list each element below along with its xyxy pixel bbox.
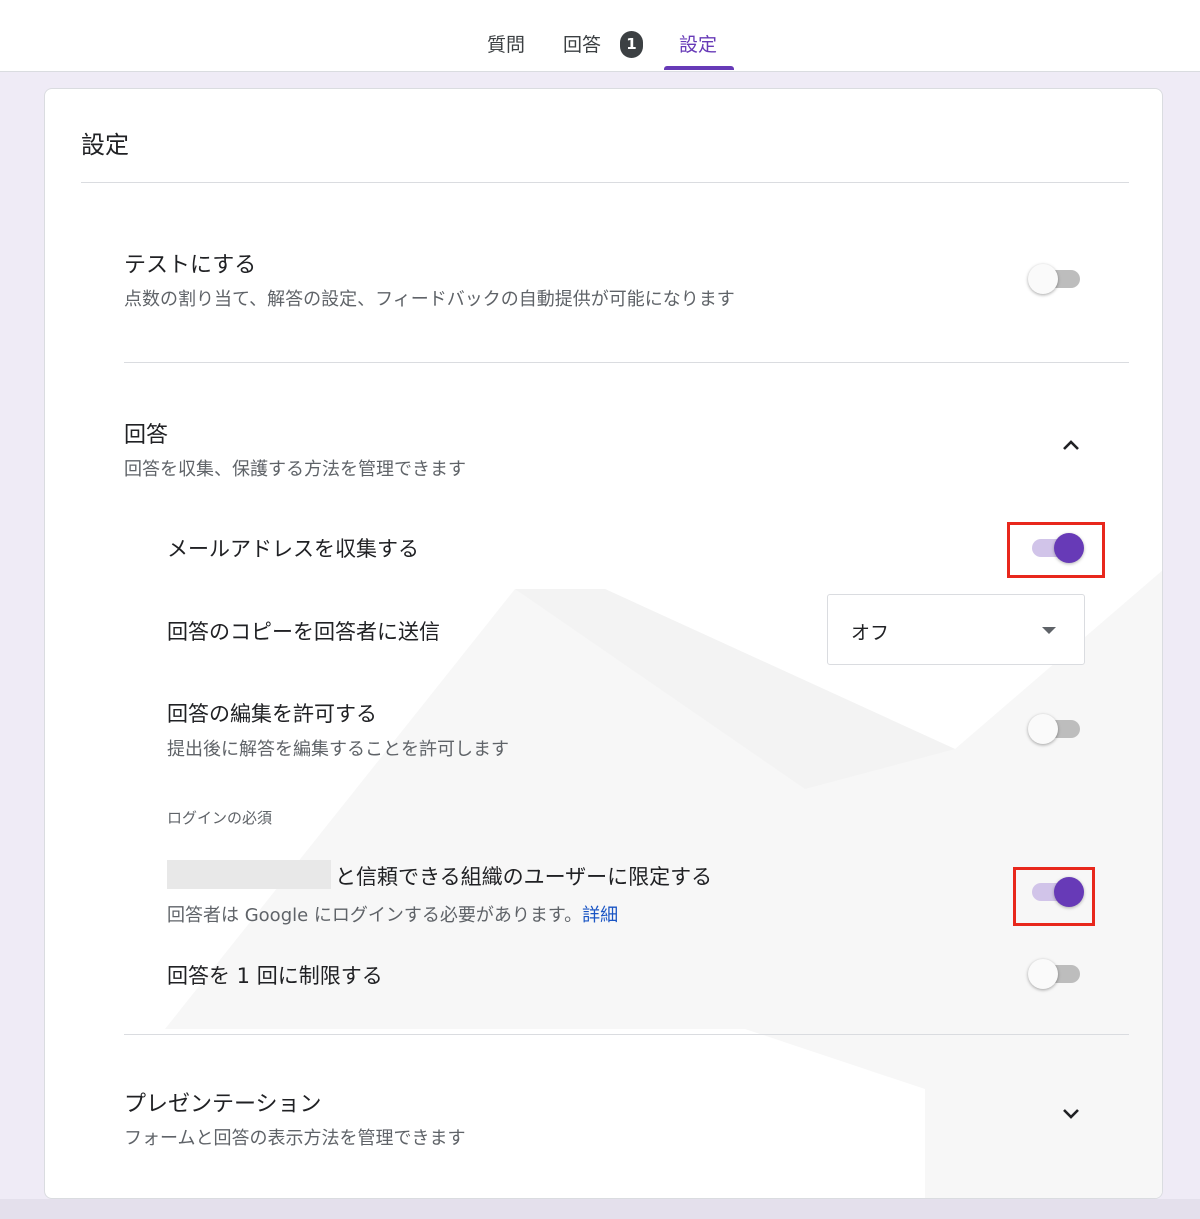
toggle-thumb [1028, 959, 1058, 989]
responses-divider [124, 1034, 1129, 1035]
restrict-org-description-text: 回答者は Google にログインする必要があります。 [167, 905, 583, 926]
quiz-title: テストにする [124, 253, 257, 278]
login-required-label: ログインの必須 [167, 809, 273, 827]
tab-responses[interactable]: 回答 [563, 30, 601, 72]
toggle-thumb [1054, 533, 1084, 563]
restrict-org-description: 回答者は Google にログインする必要があります。詳細 [167, 901, 618, 927]
title-divider [81, 182, 1129, 183]
limit-one-label: 回答を 1 回に制限する [167, 964, 383, 988]
quiz-divider [124, 362, 1129, 363]
toggle-thumb [1028, 714, 1058, 744]
active-tab-indicator [664, 66, 734, 70]
top-tab-bar: 質問 回答 1 設定 [0, 0, 1200, 72]
send-copy-dropdown[interactable]: オフ [827, 594, 1085, 665]
chevron-down-icon[interactable] [1059, 1102, 1083, 1126]
redacted-organization-name [167, 860, 331, 889]
details-link[interactable]: 詳細 [582, 905, 618, 926]
dropdown-arrow-icon [1042, 627, 1056, 634]
allow-edit-description: 提出後に解答を編集することを許可します [167, 739, 509, 760]
responses-section-title: 回答 [124, 423, 169, 448]
page-bottom-strip [0, 1199, 1200, 1219]
collect-email-toggle[interactable] [1028, 529, 1084, 565]
send-copy-selected-value: オフ [851, 622, 890, 644]
presentation-section-title: プレゼンテーション [124, 1092, 322, 1117]
settings-card: 設定 テストにする 点数の割り当て、解答の設定、フィードバックの自動提供が可能に… [44, 88, 1163, 1199]
quiz-toggle[interactable] [1028, 260, 1084, 296]
toggle-thumb [1054, 877, 1084, 907]
allow-edit-toggle[interactable] [1028, 710, 1084, 746]
presentation-section-description: フォームと回答の表示方法を管理できます [124, 1128, 466, 1149]
card-title: 設定 [81, 131, 129, 159]
limit-one-toggle[interactable] [1028, 955, 1084, 991]
chevron-up-icon[interactable] [1059, 433, 1083, 457]
quiz-description: 点数の割り当て、解答の設定、フィードバックの自動提供が可能になります [124, 289, 735, 310]
send-copy-label: 回答のコピーを回答者に送信 [167, 620, 440, 644]
tab-questions[interactable]: 質問 [487, 30, 525, 72]
allow-edit-label: 回答の編集を許可する [167, 702, 377, 726]
restrict-org-toggle[interactable] [1028, 873, 1084, 909]
responses-count-badge: 1 [620, 31, 643, 58]
restrict-org-label: と信頼できる組織のユーザーに限定する [335, 865, 713, 889]
responses-section-description: 回答を収集、保護する方法を管理できます [124, 459, 466, 480]
toggle-thumb [1028, 264, 1058, 294]
collect-email-label: メールアドレスを収集する [167, 537, 419, 561]
